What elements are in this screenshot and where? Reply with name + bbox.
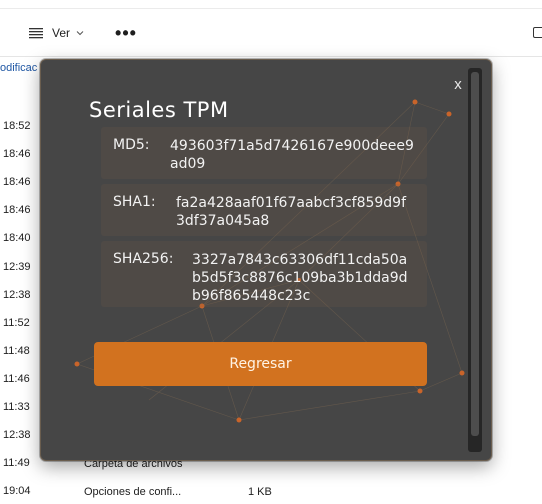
file-row-modified-time: 18:46 [3, 204, 31, 217]
hash-row-sha1: SHA1: fa2a428aaf01f67aabcf3cf859d9f3df37… [101, 184, 427, 236]
chevron-down-icon [76, 31, 84, 36]
tpm-serials-dialog: x Seriales TPM MD5: 493603f71a5d7426167e… [40, 59, 492, 461]
dialog-scrollbar[interactable] [468, 68, 482, 452]
back-button[interactable]: Regresar [94, 342, 427, 386]
file-row-modified-time: 11:52 [3, 316, 30, 329]
file-row-modified-time: 18:46 [3, 148, 31, 161]
file-row-modified-time: 11:46 [3, 372, 30, 385]
hash-value: fa2a428aaf01f67aabcf3cf859d9f3df37a045a8 [176, 195, 407, 229]
file-row-modified-time: 12:38 [3, 429, 31, 442]
details-pane-icon[interactable] [533, 27, 542, 38]
hash-label: SHA256: [113, 251, 174, 267]
hash-row-sha256: SHA256: 3327a7843c63306df11cda50ab5d5f3c… [101, 241, 427, 307]
view-menu-label: Ver [52, 26, 71, 40]
hash-value: 493603f71a5d7426167e900deee9ad09 [170, 138, 414, 172]
hash-label: SHA1: [113, 194, 156, 210]
file-row-modified-time: 18:52 [3, 120, 31, 132]
scrollbar-thumb[interactable] [471, 72, 479, 436]
file-row-modified-time: 11:48 [3, 344, 30, 357]
file-row-modified-time: 11:49 [3, 457, 30, 470]
file-row-modified-time: 18:40 [3, 232, 31, 245]
dialog-title: Seriales TPM [89, 98, 229, 122]
file-row-modified-time: 11:33 [3, 401, 30, 413]
file-row-type: Opciones de confi... [84, 486, 182, 498]
explorer-toolbar: Ver ••• [0, 0, 542, 57]
view-menu-button[interactable]: Ver [22, 20, 98, 46]
more-options-button[interactable]: ••• [112, 20, 140, 46]
hash-row-md5: MD5: 493603f71a5d7426167e900deee9ad09 [101, 127, 427, 179]
view-list-icon [29, 28, 43, 39]
hash-label: MD5: [113, 137, 150, 153]
file-row-size: 1 KB [248, 486, 272, 498]
file-row-modified-time: 12:38 [3, 288, 31, 301]
close-button[interactable]: x [451, 76, 465, 94]
toolbar-divider [0, 8, 542, 9]
file-row-modified-time: 12:39 [3, 260, 31, 273]
file-row-modified-time: 18:46 [3, 176, 31, 189]
hash-value: 3327a7843c63306df11cda50ab5d5f3c8876c109… [192, 252, 408, 304]
file-row-modified-time: 19:04 [3, 485, 31, 498]
